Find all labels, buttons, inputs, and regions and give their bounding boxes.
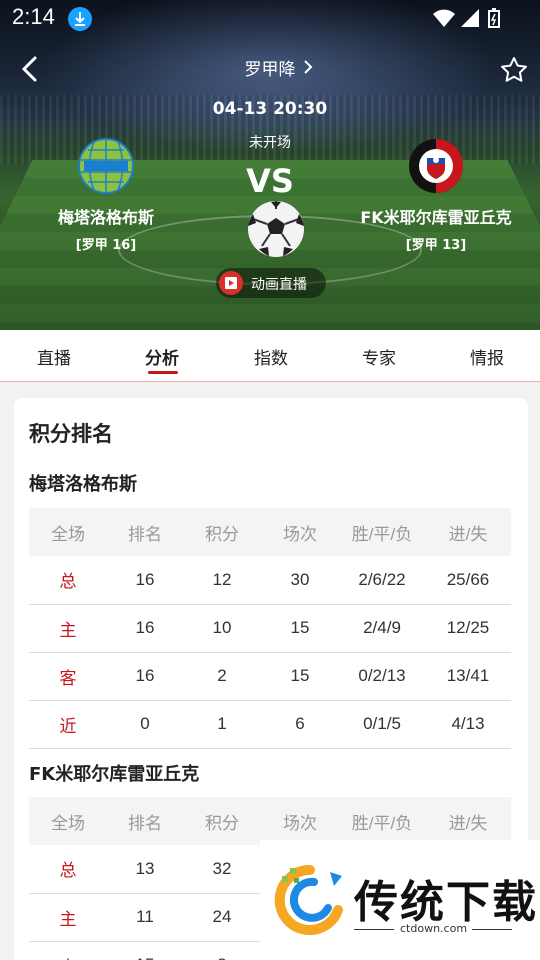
table-cell: 2/4/9	[339, 604, 425, 653]
match-datetime: 04-13 20:30	[212, 99, 328, 119]
column-header: 进/失	[425, 508, 511, 556]
table-cell: 25/66	[425, 556, 511, 605]
table-cell: 4/13	[425, 700, 511, 749]
watermark-url: ctdown.com	[400, 922, 468, 935]
match-status: 未开场	[249, 135, 291, 151]
column-header: 场次	[261, 797, 339, 845]
row-label: 近	[29, 700, 107, 749]
system-icons	[432, 8, 502, 28]
table-row: 近 0 1 6 0/1/5 4/13	[29, 700, 511, 749]
table-cell: 1	[183, 700, 261, 749]
league-name: 罗甲降	[244, 60, 296, 80]
home-team-name: 梅塔洛格布斯	[57, 208, 154, 227]
status-bar: 2:14	[0, 0, 540, 36]
table-cell: 15	[261, 652, 339, 701]
table-cell: 2	[183, 652, 261, 701]
column-header: 进/失	[425, 797, 511, 845]
tab-live[interactable]: 直播	[14, 344, 94, 369]
table-cell: 13/41	[425, 652, 511, 701]
back-button[interactable]	[14, 52, 48, 86]
table-cell: 13	[107, 845, 183, 894]
row-label: 主	[29, 893, 107, 942]
table-cell: 12/25	[425, 604, 511, 653]
tab-odds[interactable]: 指数	[231, 344, 311, 369]
column-header: 排名	[107, 508, 183, 556]
row-label: 主	[29, 604, 107, 653]
column-header: 积分	[183, 797, 261, 845]
row-label: 总	[29, 556, 107, 605]
home-team-rank: [罗甲 16]	[75, 238, 137, 253]
away-team-logo	[409, 139, 463, 193]
chevron-right-icon	[304, 60, 313, 74]
watermark-logo-icon	[274, 864, 343, 935]
table-row: 主 16 10 15 2/4/9 12/25	[29, 604, 511, 653]
battery-icon	[488, 8, 500, 28]
away-team[interactable]: FK米耶尔库雷亚丘克 [罗甲 13]	[346, 138, 526, 253]
table-cell: 30	[261, 556, 339, 605]
table-row: 客 16 2 15 0/2/13 13/41	[29, 652, 511, 701]
away-team-name: FK米耶尔库雷亚丘克	[360, 208, 512, 227]
table-cell: 8	[183, 941, 261, 960]
wifi-icon	[433, 9, 455, 27]
column-header: 胜/平/负	[339, 797, 425, 845]
column-header: 场次	[261, 508, 339, 556]
table-cell: 0/1/5	[339, 700, 425, 749]
film-icon	[219, 271, 243, 295]
table-cell: 16	[107, 604, 183, 653]
table-cell: 11	[107, 893, 183, 942]
animation-live-button[interactable]: 动画直播	[216, 268, 326, 298]
column-header: 全场	[29, 508, 107, 556]
away-team-rank: [罗甲 13]	[405, 238, 467, 253]
download-notification-icon	[68, 7, 92, 31]
table-cell: 0/2/13	[339, 652, 425, 701]
table-row: 总 16 12 30 2/6/22 25/66	[29, 556, 511, 605]
league-link[interactable]: 罗甲降	[200, 55, 340, 80]
row-label: 客	[29, 941, 107, 960]
favorite-button[interactable]	[498, 54, 530, 86]
star-icon	[501, 57, 527, 82]
animation-live-label: 动画直播	[251, 277, 307, 293]
table-cell: 32	[183, 845, 261, 894]
watermark: 传统下载 ctdown.com	[260, 840, 540, 960]
tab-experts[interactable]: 专家	[339, 344, 419, 369]
table-cell: 16	[107, 652, 183, 701]
standings-title: 积分排名	[29, 422, 113, 446]
status-time: 2:14	[12, 4, 55, 29]
tab-analysis[interactable]: 分析	[122, 344, 202, 369]
row-label: 客	[29, 652, 107, 701]
column-header: 胜/平/负	[339, 508, 425, 556]
signal-icon	[461, 9, 479, 27]
home-team[interactable]: 梅塔洛格布斯 [罗甲 16]	[16, 138, 196, 253]
home-standings-table: 全场 排名 积分 场次 胜/平/负 进/失 总 16 12 30 2/6/22 …	[29, 508, 511, 749]
table-cell: 16	[107, 556, 183, 605]
column-header: 排名	[107, 797, 183, 845]
table-cell: 10	[183, 604, 261, 653]
away-standings-team: FK米耶尔库雷亚丘克	[29, 764, 200, 785]
row-label: 总	[29, 845, 107, 894]
column-header: 积分	[183, 508, 261, 556]
active-tab-indicator	[148, 371, 178, 374]
football-icon	[248, 201, 304, 257]
home-team-logo	[78, 138, 134, 194]
home-standings-team: 梅塔洛格布斯	[29, 474, 137, 495]
column-header: 全场	[29, 797, 107, 845]
tab-intel[interactable]: 情报	[447, 344, 527, 369]
table-cell: 24	[183, 893, 261, 942]
vs-label: VS	[246, 162, 294, 200]
table-cell: 15	[107, 941, 183, 960]
table-cell: 6	[261, 700, 339, 749]
tab-bar: 直播 分析 指数 专家 情报	[0, 330, 540, 382]
chevron-left-icon	[21, 56, 37, 82]
table-cell: 15	[261, 604, 339, 653]
table-cell: 0	[107, 700, 183, 749]
table-cell: 12	[183, 556, 261, 605]
watermark-text: 传统下载	[354, 877, 538, 928]
table-cell: 2/6/22	[339, 556, 425, 605]
